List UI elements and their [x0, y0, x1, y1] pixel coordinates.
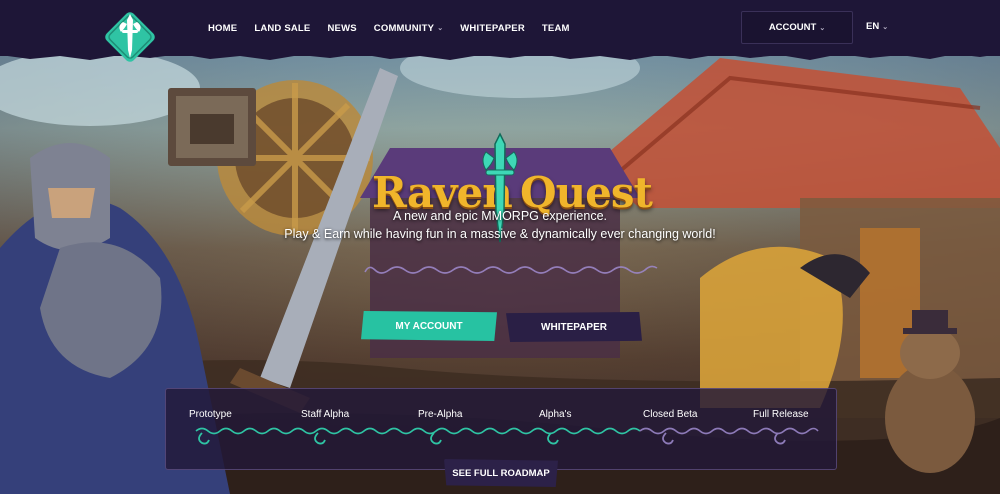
- nav-news-label: NEWS: [327, 22, 357, 34]
- nav-land-sale[interactable]: LAND SALE: [254, 23, 310, 34]
- nav-whitepaper[interactable]: WHITEPAPER: [460, 23, 525, 34]
- sword-emblem-icon: [105, 12, 155, 62]
- nav-community[interactable]: COMMUNITY ⌄: [374, 23, 443, 34]
- nav-team-label: TEAM: [541, 22, 570, 34]
- main-nav: HOME LAND SALE NEWS COMMUNITY ⌄ WHITEPAPE…: [208, 0, 587, 56]
- nav-community-label: COMMUNITY: [373, 22, 435, 34]
- see-full-roadmap-button[interactable]: SEE FULL ROADMAP: [444, 459, 558, 487]
- language-label: EN: [866, 21, 880, 32]
- nav-whitepaper-label: WHITEPAPER: [460, 22, 525, 34]
- account-label: ACCOUNT: [768, 22, 817, 33]
- site-logo[interactable]: [99, 6, 161, 68]
- nav-home[interactable]: HOME: [208, 23, 237, 34]
- nav-news[interactable]: NEWS: [327, 23, 356, 34]
- chevron-down-icon: ⌄: [437, 25, 444, 32]
- hero-tagline-line2: Play & Earn while having fun in a massiv…: [284, 227, 716, 241]
- roadmap-timeline: [195, 427, 819, 445]
- chevron-down-icon: ⌄: [819, 24, 826, 32]
- roadmap-node-markers: [198, 432, 786, 445]
- my-account-button[interactable]: MY ACCOUNT: [361, 311, 497, 341]
- account-dropdown-button[interactable]: ACCOUNT ⌄: [741, 11, 853, 44]
- language-selector[interactable]: EN ⌄: [866, 11, 888, 42]
- hero-tagline-line1: A new and epic MMORPG experience.: [393, 209, 607, 223]
- whitepaper-button[interactable]: WHITEPAPER: [506, 312, 642, 342]
- nav-land-sale-label: LAND SALE: [254, 22, 311, 34]
- nav-home-label: HOME: [208, 22, 238, 34]
- nav-team[interactable]: TEAM: [542, 23, 570, 34]
- chevron-down-icon: ⌄: [882, 23, 889, 31]
- roadmap-panel: Prototype Staff Alpha Pre-Alpha Alpha's …: [165, 388, 837, 470]
